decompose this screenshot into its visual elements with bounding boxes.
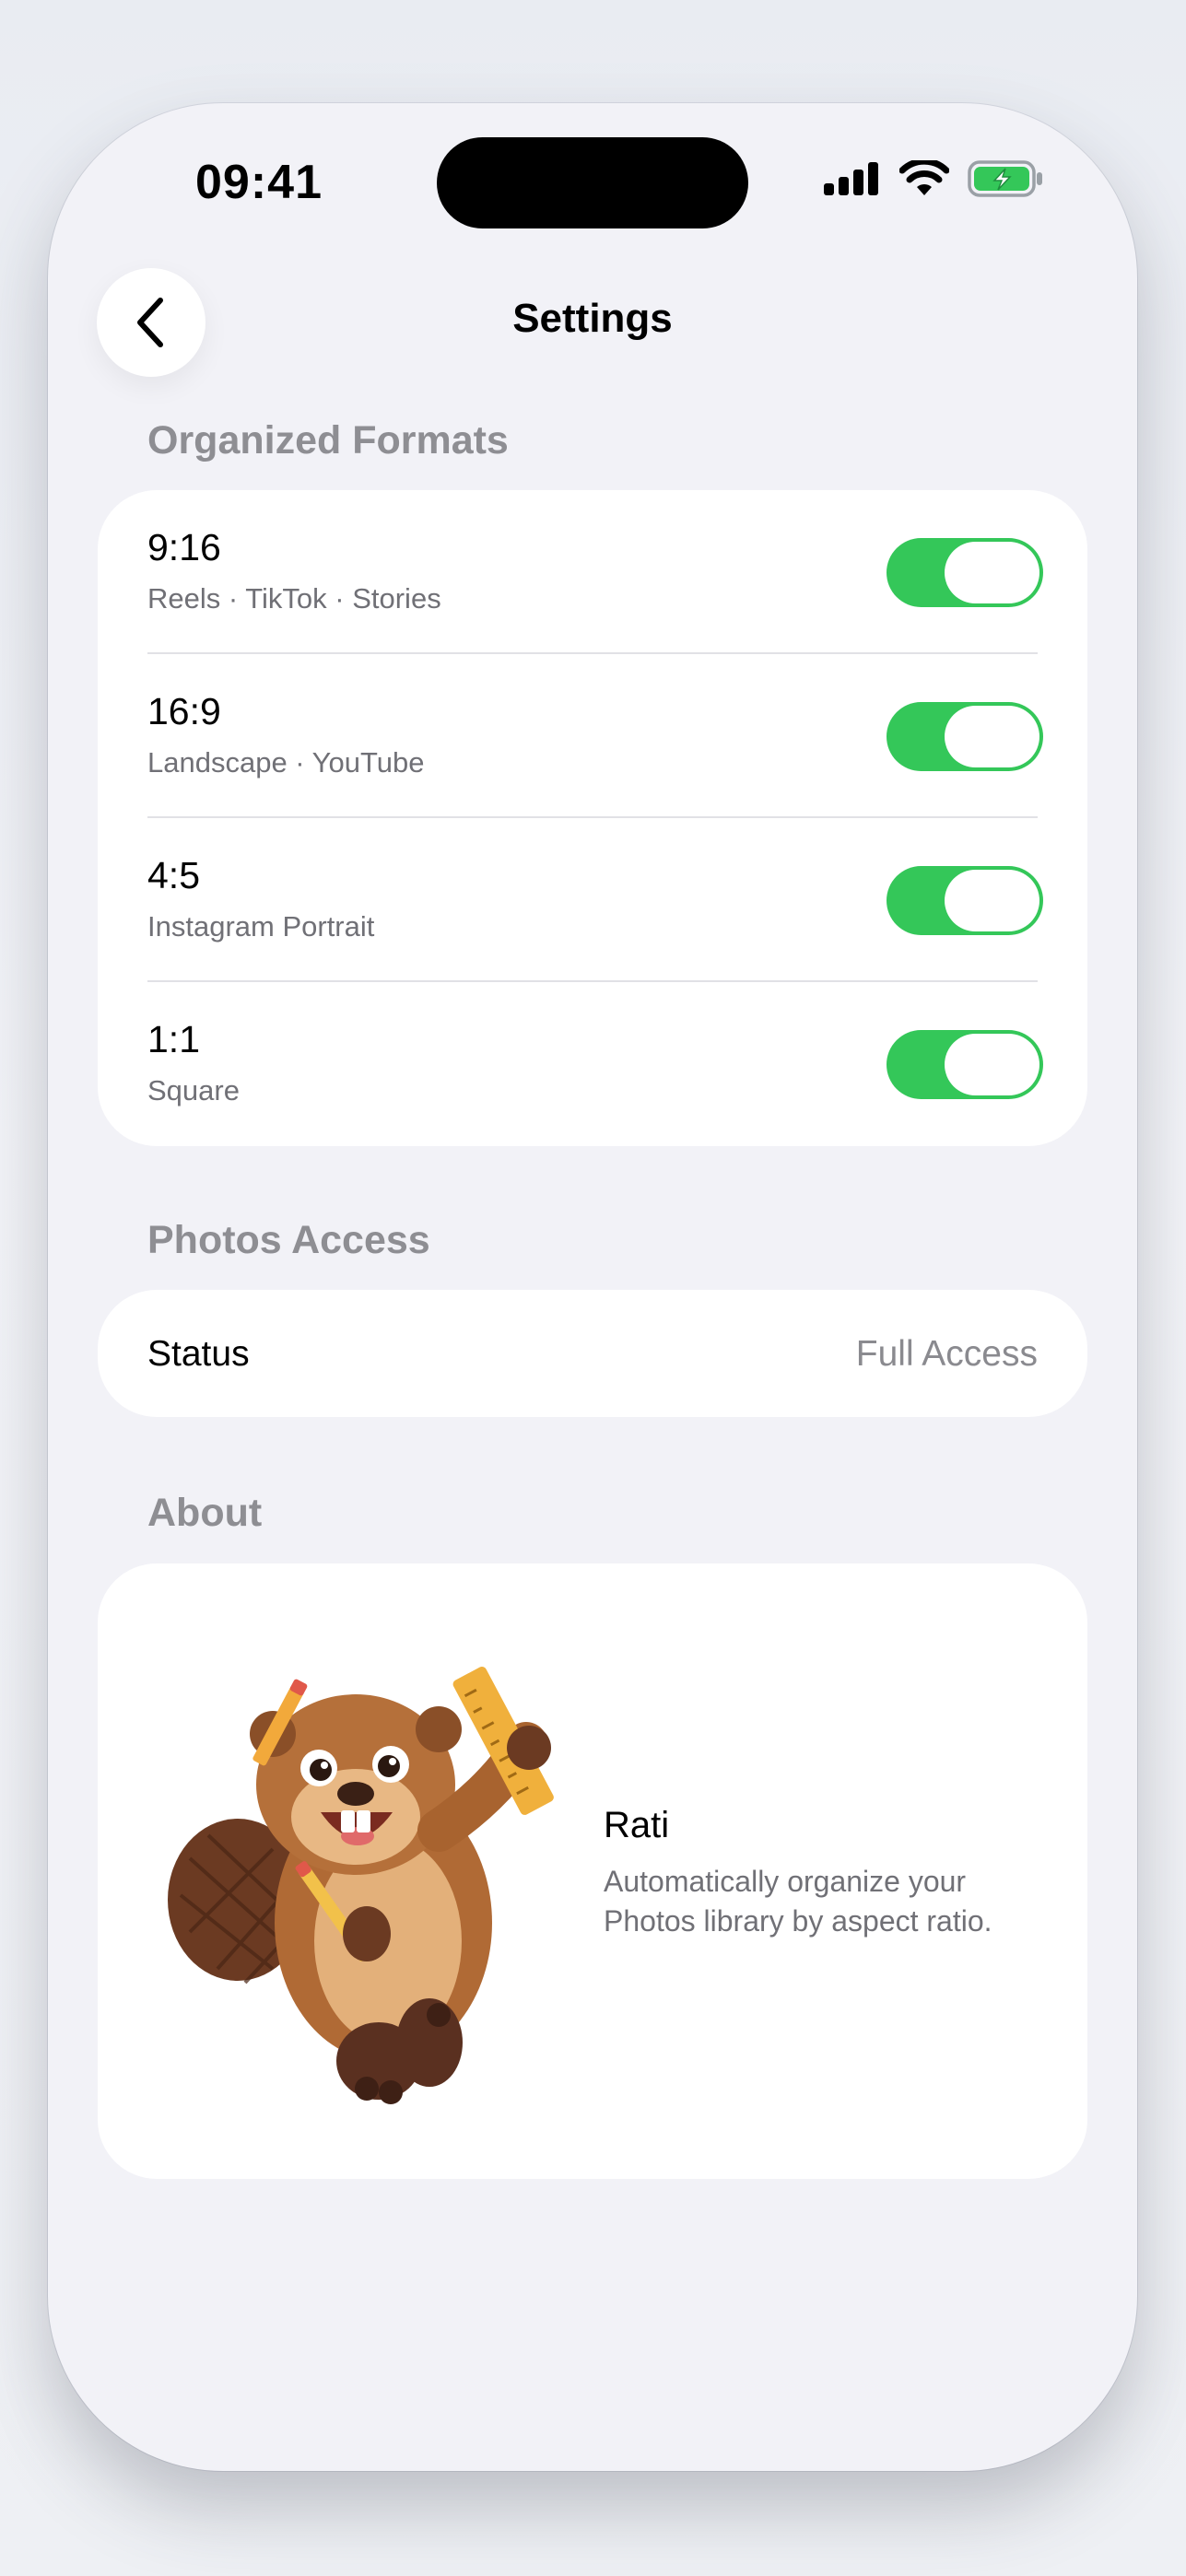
format-description: Instagram Portrait <box>147 910 375 943</box>
page-title: Settings <box>512 296 673 341</box>
format-description: Landscape · YouTube <box>147 746 425 779</box>
format-row: 1:1 Square <box>98 982 1087 1146</box>
phone-screen: 09:41 Settings Organized Formats 9:16 Re… <box>48 103 1137 2471</box>
status-time: 09:41 <box>195 156 323 209</box>
battery-charging-icon <box>968 160 1042 197</box>
beaver-mascot-illustration <box>168 1666 554 2104</box>
app-description: Automatically organize your Photos libra… <box>604 1865 992 1938</box>
formats-card: 9:16 Reels · TikTok · Stories 16:9 Lands… <box>98 490 1087 1146</box>
status-bar: 09:41 <box>48 103 1137 260</box>
toggle-knob <box>945 706 1039 767</box>
dynamic-island <box>437 137 748 228</box>
section-header-about: About <box>147 1491 263 1535</box>
nav-bar: Settings <box>48 255 1137 377</box>
format-toggle[interactable] <box>887 1030 1043 1099</box>
format-ratio: 4:5 <box>147 854 200 896</box>
status-label: Status <box>147 1334 250 1374</box>
toggle-knob <box>945 1034 1039 1095</box>
status-icons <box>824 160 1045 197</box>
format-description: Reels · TikTok · Stories <box>147 582 441 615</box>
format-row: 16:9 Landscape · YouTube <box>98 654 1087 818</box>
format-ratio: 1:1 <box>147 1018 200 1060</box>
format-description: Square <box>147 1074 240 1107</box>
format-row: 9:16 Reels · TikTok · Stories <box>98 490 1087 654</box>
format-toggle[interactable] <box>887 702 1043 771</box>
wifi-icon <box>899 160 949 195</box>
photos-access-card[interactable]: Status Full Access <box>98 1290 1087 1417</box>
format-ratio: 9:16 <box>147 526 221 568</box>
about-card: Rati Automatically organize your Photos … <box>98 1563 1087 2179</box>
toggle-knob <box>945 870 1039 931</box>
section-header-photos-access: Photos Access <box>147 1218 430 1262</box>
format-toggle[interactable] <box>887 538 1043 607</box>
format-row: 4:5 Instagram Portrait <box>98 818 1087 982</box>
status-value: Full Access <box>855 1334 1038 1374</box>
format-ratio: 16:9 <box>147 690 221 732</box>
format-toggle[interactable] <box>887 866 1043 935</box>
signal-icon <box>824 162 878 195</box>
app-name: Rati <box>604 1805 670 1845</box>
toggle-knob <box>945 542 1039 603</box>
section-header-formats: Organized Formats <box>147 418 509 463</box>
